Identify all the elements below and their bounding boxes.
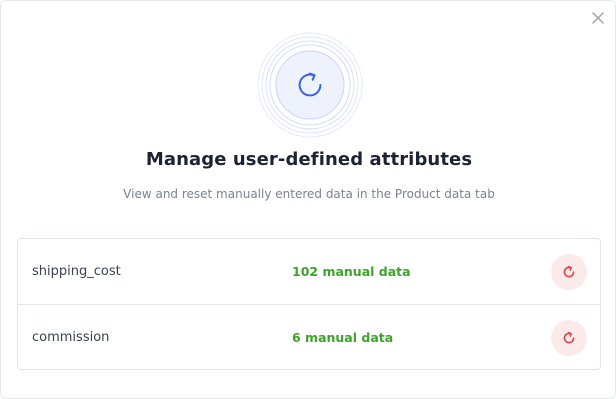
attribute-name: commission: [32, 330, 110, 345]
reset-icon: [563, 265, 575, 278]
reset-button[interactable]: [551, 320, 587, 356]
attributes-table: shipping_cost 102 manual data commission…: [17, 238, 601, 370]
table-row: shipping_cost 102 manual data: [18, 239, 600, 305]
dialog-title: Manage user-defined attributes: [145, 149, 473, 170]
reset-button[interactable]: [551, 254, 587, 290]
table-row: commission 6 manual data: [18, 305, 600, 370]
manual-data-count: 102 manual data: [292, 264, 411, 279]
manual-data-count: 6 manual data: [292, 330, 394, 345]
manage-attributes-dialog: Manage user-defined attributes View and …: [0, 0, 616, 399]
dialog-subtitle: View and reset manually entered data in …: [123, 187, 495, 201]
close-icon[interactable]: [590, 10, 606, 26]
attribute-name: shipping_cost: [32, 264, 121, 279]
reset-icon: [563, 331, 575, 344]
refresh-hero-icon: [257, 32, 363, 138]
